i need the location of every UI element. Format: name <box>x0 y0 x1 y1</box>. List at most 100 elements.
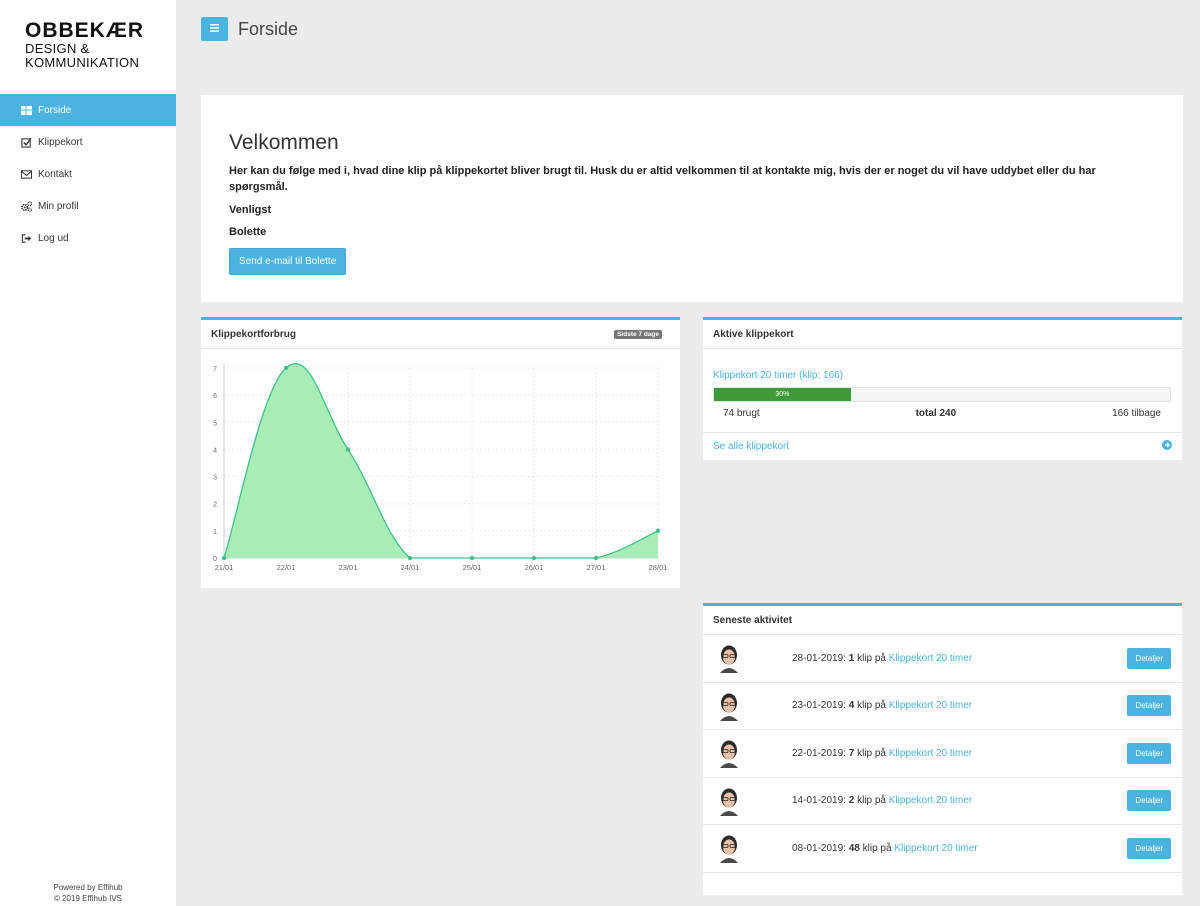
sidebar-item-label: Forside <box>38 104 72 116</box>
sidebar-item-klippekort[interactable]: Klippekort <box>0 126 176 158</box>
hamburger-icon <box>210 23 219 35</box>
series-area <box>224 363 658 558</box>
sidebar: OBBEKÆR DESIGN & KOMMUNIKATION Forside K… <box>0 0 176 906</box>
y-tick-label: 5 <box>213 420 217 427</box>
usage-chart: 0 1 2 3 4 5 6 7 21/01 22/01 23/01 24/01 25/01 26/01 27… <box>213 363 668 572</box>
activity-header: Seneste aktivitet <box>703 606 1182 635</box>
logo-line2: KOMMUNIKATION <box>25 55 140 70</box>
activity-row: 23-01-2019: 4 klip på Klippekort 20 time… <box>703 683 1182 730</box>
x-tick-label: 27/01 <box>587 563 606 572</box>
usage-progress-bar: 30% <box>713 387 1171 402</box>
x-tick-label: 26/01 <box>525 563 544 572</box>
see-all-cards-link[interactable]: Se alle klippekort <box>703 432 1182 460</box>
activity-date: 14-01-2019: <box>792 795 846 807</box>
envelope-icon <box>20 168 32 180</box>
logo-main: OBBEKÆR <box>25 19 145 42</box>
footer-copyright: © 2019 Effihub IVS <box>53 894 122 903</box>
activity-row: 08-01-2019: 48 klip på Klippekort 20 tim… <box>703 825 1182 873</box>
data-point <box>221 555 227 561</box>
activity-card-link[interactable]: Klippekort 20 timer <box>889 653 972 664</box>
details-button[interactable]: Detaljer <box>1127 837 1171 859</box>
activity-date: 08-01-2019: <box>792 842 846 854</box>
activity-mid: klip på <box>862 842 892 854</box>
activity-text: 08-01-2019: 48 klip på Klippekort 20 tim… <box>792 843 978 854</box>
activity-count: 4 <box>848 700 855 712</box>
activity-mid: klip på <box>857 795 886 807</box>
activity-date: 22-01-2019: <box>792 747 846 759</box>
activity-date: 28-01-2019: <box>792 652 846 664</box>
activity-text: 22-01-2019: 7 klip på Klippekort 20 time… <box>792 748 972 759</box>
total-count: total 240 <box>915 408 957 419</box>
activity-mid: klip på <box>857 747 886 759</box>
details-button[interactable]: Detaljer <box>1127 647 1171 669</box>
activity-mid: klip på <box>857 700 886 712</box>
page-title: Forside <box>238 19 299 39</box>
activity-title: Seneste aktivitet <box>713 614 792 626</box>
sidebar-item-kontakt[interactable]: Kontakt <box>0 158 176 190</box>
card-link[interactable]: Klippekort 20 timer (klip: 166) <box>713 370 843 381</box>
welcome-greeting: Venligst <box>229 204 272 216</box>
arrow-circle-right-icon <box>1162 440 1172 453</box>
data-point <box>593 555 599 561</box>
avatar <box>720 693 738 721</box>
active-cards-title: Aktive klippekort <box>713 328 794 340</box>
sidebar-item-label: Klippekort <box>38 136 83 148</box>
sidebar-item-label: Kontakt <box>38 168 72 180</box>
activity-card-link[interactable]: Klippekort 20 timer <box>889 748 972 759</box>
active-cards-panel: Aktive klippekort Klippekort 20 timer (k… <box>703 317 1182 460</box>
y-tick-label: 3 <box>213 475 217 482</box>
sidebar-footer: Powered by Effihub © 2019 Effihub IVS <box>0 882 176 904</box>
activity-list: 28-01-2019: 1 klip på Klippekort 20 time… <box>703 635 1182 873</box>
activity-row: 28-01-2019: 1 klip på Klippekort 20 time… <box>703 635 1182 683</box>
logo[interactable]: OBBEKÆR DESIGN & KOMMUNIKATION <box>25 20 155 70</box>
x-tick-label: 24/01 <box>401 563 420 572</box>
send-email-button[interactable]: Send e-mail til Bolette <box>229 248 347 275</box>
x-tick-label: 21/01 <box>215 563 234 572</box>
activity-card-link[interactable]: Klippekort 20 timer <box>894 843 977 854</box>
avatar <box>720 645 738 674</box>
activity-count: 48 <box>848 842 860 854</box>
data-point <box>407 555 413 561</box>
data-point <box>345 447 351 452</box>
activity-card-link[interactable]: Klippekort 20 timer <box>889 700 972 711</box>
usage-panel-title: Klippekortforbrug <box>211 328 296 340</box>
y-tick-label: 0 <box>213 556 217 563</box>
activity-mid: klip på <box>857 652 886 664</box>
sidebar-item-label: Min profil <box>38 200 79 212</box>
period-badge: Sidste 7 dage <box>614 330 662 339</box>
x-tick-label: 28/01 <box>649 563 668 572</box>
sidebar-item-log-ud[interactable]: Log ud <box>0 222 176 254</box>
sidebar-item-min-profil[interactable]: Min profil <box>0 190 176 222</box>
activity-count: 7 <box>848 747 855 759</box>
welcome-intro: Her kan du følge med i, hvad dine klip p… <box>229 165 1096 193</box>
x-tick-label: 25/01 <box>463 563 482 572</box>
sidebar-nav: Forside Klippekort Kontakt Min profil Lo… <box>0 94 176 254</box>
welcome-box: Velkommen Her kan du følge med i, hvad d… <box>201 95 1183 302</box>
activity-text: 28-01-2019: 1 klip på Klippekort 20 time… <box>792 653 972 664</box>
y-tick-label: 6 <box>213 393 217 400</box>
avatar <box>720 740 738 769</box>
menu-toggle-button[interactable] <box>201 17 228 41</box>
progress-fill: 30% <box>714 388 851 401</box>
details-button[interactable]: Detaljer <box>1127 695 1171 717</box>
sidebar-item-forside[interactable]: Forside <box>0 94 176 126</box>
welcome-title: Velkommen <box>229 131 339 154</box>
welcome-name: Bolette <box>229 226 267 238</box>
activity-count: 2 <box>848 795 855 807</box>
details-button[interactable]: Detaljer <box>1127 790 1171 812</box>
activity-text: 23-01-2019: 4 klip på Klippekort 20 time… <box>792 700 972 711</box>
activity-card-link[interactable]: Klippekort 20 timer <box>889 795 972 806</box>
see-all-label: Se alle klippekort <box>713 441 790 452</box>
activity-date: 23-01-2019: <box>792 700 846 712</box>
data-point <box>531 555 537 561</box>
details-button[interactable]: Detaljer <box>1127 742 1171 764</box>
y-tick-label: 1 <box>213 529 217 536</box>
logo-line1: DESIGN & <box>25 41 90 56</box>
y-tick-label: 7 <box>213 366 217 373</box>
usage-stats: 74 brugt total 240 166 tilbage <box>713 408 1171 419</box>
remaining-count: 166 tilbage <box>1112 408 1161 419</box>
avatar <box>720 788 738 816</box>
used-count: 74 brugt <box>723 408 760 419</box>
data-point <box>655 528 661 534</box>
x-tick-label: 23/01 <box>339 563 358 572</box>
